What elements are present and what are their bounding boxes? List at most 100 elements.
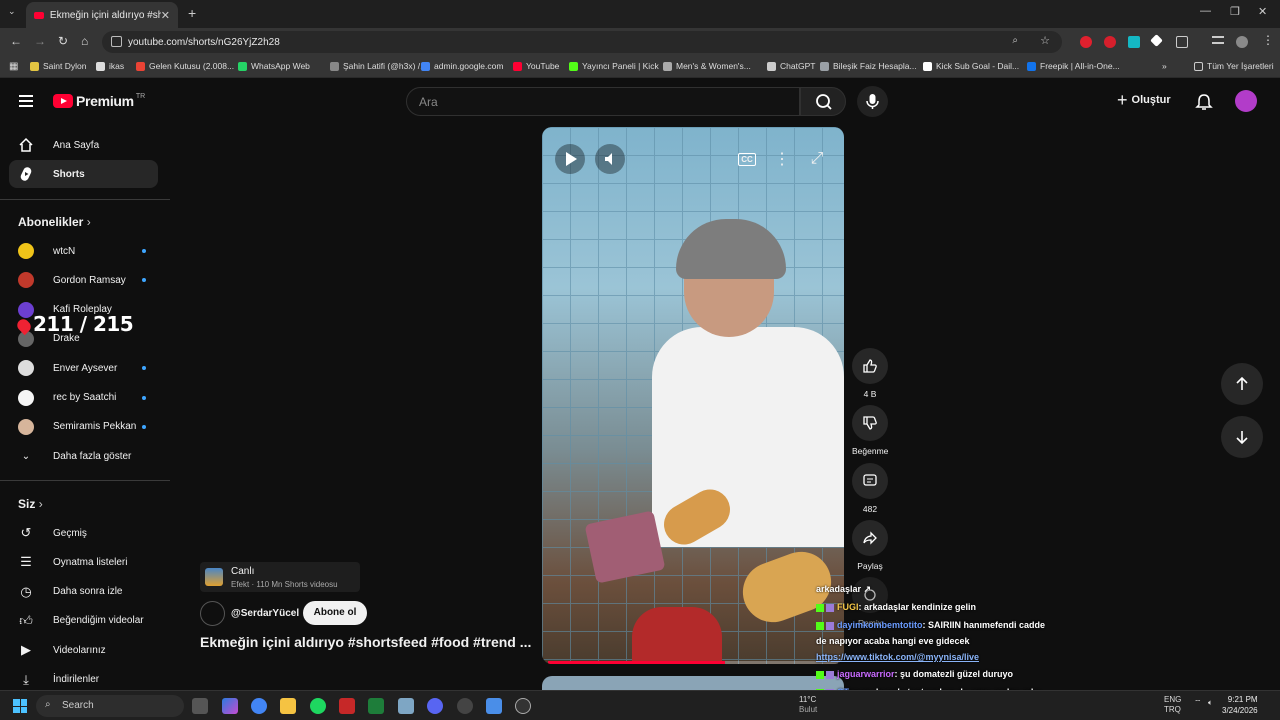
captions-button[interactable]: CC [732, 144, 762, 174]
address-bar[interactable]: youtube.com/shorts/nG26YjZ2h28 ⌕ ☆ [102, 31, 1062, 53]
hamburger-menu-icon[interactable] [19, 95, 33, 107]
notifications-bell-icon[interactable] [1195, 93, 1213, 116]
bookmark-item[interactable]: ChatGPT [767, 61, 815, 71]
forward-icon[interactable]: → [34, 34, 46, 48]
apps-grid-icon[interactable]: ▦ [9, 61, 18, 72]
home-browser-icon[interactable]: ⌂ [81, 34, 88, 48]
close-window-icon[interactable]: ✕ [1258, 5, 1267, 18]
subscriptions-heading[interactable]: Abonelikler › [18, 215, 91, 229]
fullscreen-icon[interactable]: ⤢ [802, 144, 832, 174]
language-indicator[interactable]: ENG TRQ [1164, 695, 1181, 715]
profile-icon[interactable] [1236, 36, 1248, 48]
file-explorer-icon[interactable] [280, 698, 296, 714]
clock[interactable]: 9:21 PM 3/24/2026 [1222, 694, 1258, 716]
bookmark-item[interactable]: ikas [96, 61, 124, 71]
bookmark-star-icon[interactable]: ☆ [1040, 34, 1050, 47]
video-progress-bar[interactable] [548, 661, 838, 664]
minimize-icon[interactable]: — [1200, 5, 1211, 17]
previous-short-button[interactable] [1221, 363, 1263, 405]
chat-link[interactable]: https://www.tiktok.com/@myynisa/live [816, 652, 979, 662]
show-more-button[interactable]: ⌄ Daha fazla göster [9, 442, 158, 470]
all-bookmarks[interactable]: Tüm Yer İşaretleri [1194, 61, 1274, 71]
site-info-icon[interactable] [111, 36, 122, 47]
bookmark-item[interactable]: Yayıncı Paneli | Kick [569, 61, 659, 71]
reading-list-icon[interactable] [1212, 36, 1224, 44]
bookmark-item[interactable]: YouTube [513, 61, 559, 71]
sidebar-item-home[interactable]: Ana Sayfa [9, 131, 158, 159]
weather-widget[interactable]: 11°C Bulut [799, 695, 817, 715]
browser-tab[interactable]: Ekmeğin içini aldırıyo #shortsfe ✕ [26, 2, 178, 28]
extension-icon[interactable] [1104, 36, 1116, 48]
sidebar-item-channel[interactable]: Enver Aysever [9, 354, 158, 382]
next-short-button[interactable] [1221, 416, 1263, 458]
channel-link[interactable]: @SerdarYücel [200, 601, 299, 626]
dislike-button[interactable]: Beğenme [852, 405, 888, 456]
app-icon[interactable] [486, 698, 502, 714]
extension-icon[interactable] [1150, 34, 1163, 47]
new-tab-icon[interactable]: + [188, 5, 196, 21]
bookmark-item[interactable]: Kick Sub Goal - Dail... [923, 61, 1019, 71]
play-button[interactable] [555, 144, 585, 174]
youtube-premium-logo[interactable]: Premium TR [53, 93, 145, 109]
task-view-icon[interactable] [192, 698, 208, 714]
spotify-icon[interactable] [310, 698, 326, 714]
extension-icon[interactable] [1128, 36, 1140, 48]
sidebar-item-clock[interactable]: ◷ Daha sonra izle [9, 578, 158, 606]
sidebar-item-history[interactable]: ↺ Geçmiş [9, 519, 158, 547]
menu-dots-icon[interactable]: ⋮ [1262, 33, 1274, 47]
search-input[interactable]: Ara [406, 87, 800, 116]
bookmark-item[interactable]: Saint Dylon [30, 61, 86, 71]
bookmark-item[interactable]: Gelen Kutusu (2.008... [136, 61, 234, 71]
sidebar-item-video[interactable]: ▶ Videolarınız [9, 636, 158, 664]
bookmark-item[interactable]: Freepik | All-in-One... [1027, 61, 1120, 71]
sidebar-item-channel[interactable]: Gordon Ramsay [9, 266, 158, 294]
back-icon[interactable]: ← [10, 34, 22, 48]
app-icon[interactable] [398, 698, 414, 714]
like-button[interactable]: 4 B [852, 348, 888, 399]
reload-icon[interactable]: ↻ [58, 34, 68, 48]
restore-icon[interactable]: ❐ [1230, 5, 1240, 18]
sidebar-item-channel[interactable]: wtcN [9, 237, 158, 265]
volume-tray-icon[interactable]: 🔈︎ [1208, 698, 1213, 708]
sidebar-item-shorts[interactable]: Shorts [9, 160, 158, 188]
sidebar-item-playlists[interactable]: ☰ Oynatma listeleri [9, 548, 158, 576]
account-avatar[interactable] [1235, 90, 1257, 112]
bookmark-item[interactable]: admin.google.com [421, 61, 503, 71]
shorts-video-player[interactable]: CC ⋮ ⤢ [542, 127, 844, 664]
subscribe-button[interactable]: Abone ol [303, 601, 367, 625]
create-button[interactable]: + Oluştur [1117, 91, 1171, 109]
you-heading[interactable]: Siz › [18, 497, 43, 511]
copilot-icon[interactable] [222, 698, 238, 714]
extensions-puzzle-icon[interactable] [1176, 36, 1188, 48]
effect-card[interactable]: Canlı Efekt · 110 Mn Shorts videosu [200, 562, 360, 592]
excel-icon[interactable] [368, 698, 384, 714]
volume-button[interactable] [595, 144, 625, 174]
wifi-icon[interactable]: ⌔ [1194, 698, 1202, 708]
taskbar-search-input[interactable]: ⌕ Search [36, 695, 184, 717]
sidebar-item-channel[interactable]: Semiramis Pekkan [9, 413, 158, 441]
sidebar-item-channel[interactable]: rec by Saatchi [9, 384, 158, 412]
tab-search-icon[interactable]: ⌄ [8, 6, 16, 17]
extension-icon[interactable] [1080, 36, 1092, 48]
discord-icon[interactable] [427, 698, 443, 714]
app-icon[interactable] [339, 698, 355, 714]
more-options-icon[interactable]: ⋮ [767, 144, 797, 174]
app-icon[interactable] [515, 698, 531, 714]
windows-start-icon[interactable] [13, 699, 27, 713]
search-button[interactable] [800, 87, 846, 116]
obs-icon[interactable] [457, 698, 473, 714]
comments-button[interactable]: 482 [852, 463, 888, 514]
bookmark-item[interactable]: Men's & Women's... [663, 61, 751, 71]
zoom-icon[interactable]: ⌕ [1012, 35, 1018, 46]
chrome-icon[interactable] [251, 698, 267, 714]
share-button[interactable]: Paylaş [852, 520, 888, 571]
sidebar-item-like[interactable]: 👍︎ Beğendiğim videolar [9, 607, 158, 635]
next-video-preview[interactable] [542, 676, 844, 690]
bookmark-item[interactable]: WhatsApp Web [238, 61, 310, 71]
video-title[interactable]: Ekmeğin içini aldırıyo #shortsfeed #food… [200, 634, 531, 650]
voice-search-button[interactable] [857, 86, 888, 117]
bookmark-item[interactable]: Şahin Latifi (@h3x) /... [330, 61, 427, 71]
more-bookmarks-icon[interactable]: » [1162, 61, 1167, 71]
close-tab-icon[interactable]: ✕ [161, 9, 170, 22]
bookmark-item[interactable]: Bileşik Faiz Hesapla... [820, 61, 917, 71]
